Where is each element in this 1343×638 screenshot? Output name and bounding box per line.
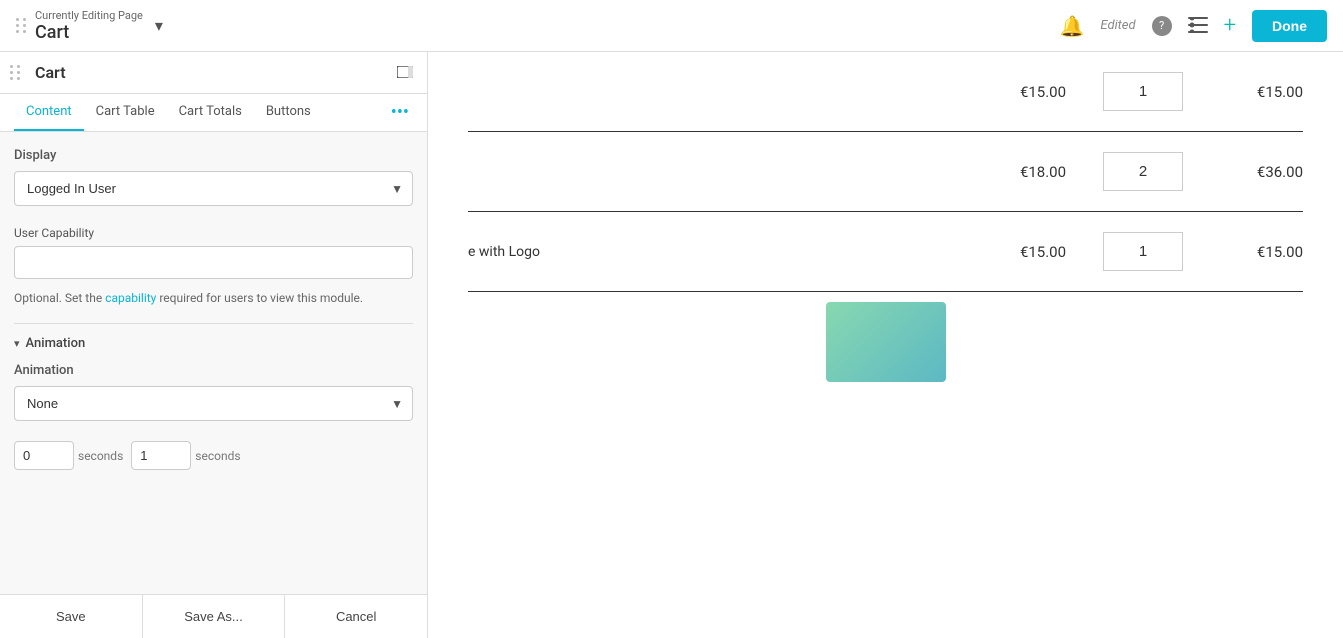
panel-drag-handle [10, 65, 21, 80]
cancel-button[interactable]: Cancel [285, 595, 427, 638]
animation-field-label: Animation [14, 363, 413, 378]
table-row: €15.00 €15.00 [468, 52, 1303, 132]
edited-status: Edited [1100, 18, 1135, 33]
capability-link[interactable]: capability [105, 291, 156, 305]
collapse-chevron-icon: ▾ [14, 337, 20, 350]
row3-qty-input[interactable] [1103, 232, 1183, 271]
row3-price: €15.00 [983, 243, 1103, 261]
animation-section-label: Animation [26, 336, 86, 351]
panel-title: Cart [35, 63, 66, 82]
table-row: e with Logo €15.00 €15.00 [468, 212, 1303, 292]
delay-unit-label: seconds [78, 449, 123, 463]
help-icon[interactable]: ? [1152, 16, 1172, 36]
editor-panel: Cart Content Cart Table Cart Totals Butt… [0, 52, 428, 638]
display-section: Display Logged In User All Users Guest ▼ [14, 148, 413, 206]
page-dropdown-icon[interactable]: ▾ [155, 16, 163, 35]
notification-bell-icon[interactable]: 🔔 [1060, 14, 1085, 38]
main-header: Currently Editing Page Cart ▾ 🔔 Edited ?… [0, 0, 1343, 52]
delay-field: seconds [14, 441, 123, 470]
user-capability-section: User Capability Optional. Set the capabi… [14, 226, 413, 307]
done-button[interactable]: Done [1252, 10, 1327, 42]
save-button[interactable]: Save [0, 595, 143, 638]
minimize-icon[interactable] [397, 62, 413, 83]
capability-help-text: Optional. Set the capability required fo… [14, 289, 413, 307]
row2-total: €36.00 [1183, 163, 1303, 181]
row1-total: €15.00 [1183, 83, 1303, 101]
animation-select[interactable]: None Fade In Slide Up Slide Down Zoom In [14, 386, 413, 421]
tab-cart-totals[interactable]: Cart Totals [167, 94, 254, 131]
product-thumbnail-area [428, 292, 1343, 392]
user-capability-input[interactable] [14, 246, 413, 279]
display-label: Display [14, 148, 413, 163]
tab-buttons[interactable]: Buttons [254, 94, 323, 131]
more-tabs-icon[interactable]: ••• [387, 94, 413, 131]
panel-tabs: Content Cart Table Cart Totals Buttons •… [0, 94, 427, 132]
row1-price: €15.00 [983, 83, 1103, 101]
panel-content: Display Logged In User All Users Guest ▼… [0, 132, 427, 594]
row2-qty-input[interactable] [1103, 152, 1183, 191]
delay-row: seconds seconds [14, 441, 413, 470]
animation-section: ▾ Animation Animation None Fade In Slide… [14, 336, 413, 486]
header-left: Currently Editing Page Cart ▾ [16, 9, 1060, 43]
row3-total: €15.00 [1183, 243, 1303, 261]
cart-table: €15.00 €15.00 €18.00 €36.00 e with Logo … [428, 52, 1343, 292]
list-view-icon[interactable] [1188, 14, 1208, 38]
animation-select-wrapper: None Fade In Slide Up Slide Down Zoom In… [14, 386, 413, 421]
currently-editing-label: Currently Editing Page [35, 9, 143, 22]
user-capability-label: User Capability [14, 226, 413, 240]
animation-collapse-header[interactable]: ▾ Animation [14, 336, 413, 351]
tab-content[interactable]: Content [14, 94, 84, 131]
row2-price: €18.00 [983, 163, 1103, 181]
header-right: 🔔 Edited ? + Done [1060, 10, 1327, 42]
duration-unit-label: seconds [195, 449, 240, 463]
page-name: Cart [35, 22, 143, 43]
display-select-wrapper: Logged In User All Users Guest ▼ [14, 171, 413, 206]
table-row: €18.00 €36.00 [468, 132, 1303, 212]
cart-content-area: €15.00 €15.00 €18.00 €36.00 e with Logo … [428, 52, 1343, 638]
product-thumbnail [826, 302, 946, 382]
section-divider [14, 323, 413, 324]
display-select[interactable]: Logged In User All Users Guest [14, 171, 413, 206]
delay-input[interactable] [14, 441, 74, 470]
page-info: Currently Editing Page Cart [35, 9, 143, 43]
panel-header: Cart [0, 52, 427, 94]
tab-cart-table[interactable]: Cart Table [84, 94, 167, 131]
drag-handle [16, 18, 27, 33]
row1-qty-input[interactable] [1103, 72, 1183, 111]
save-as-button[interactable]: Save As... [143, 595, 286, 638]
duration-input[interactable] [131, 441, 191, 470]
row3-name: e with Logo [468, 244, 983, 260]
duration-field: seconds [131, 441, 240, 470]
add-element-icon[interactable]: + [1224, 13, 1236, 38]
main-layout: Cart Content Cart Table Cart Totals Butt… [0, 52, 1343, 638]
panel-footer: Save Save As... Cancel [0, 594, 427, 638]
